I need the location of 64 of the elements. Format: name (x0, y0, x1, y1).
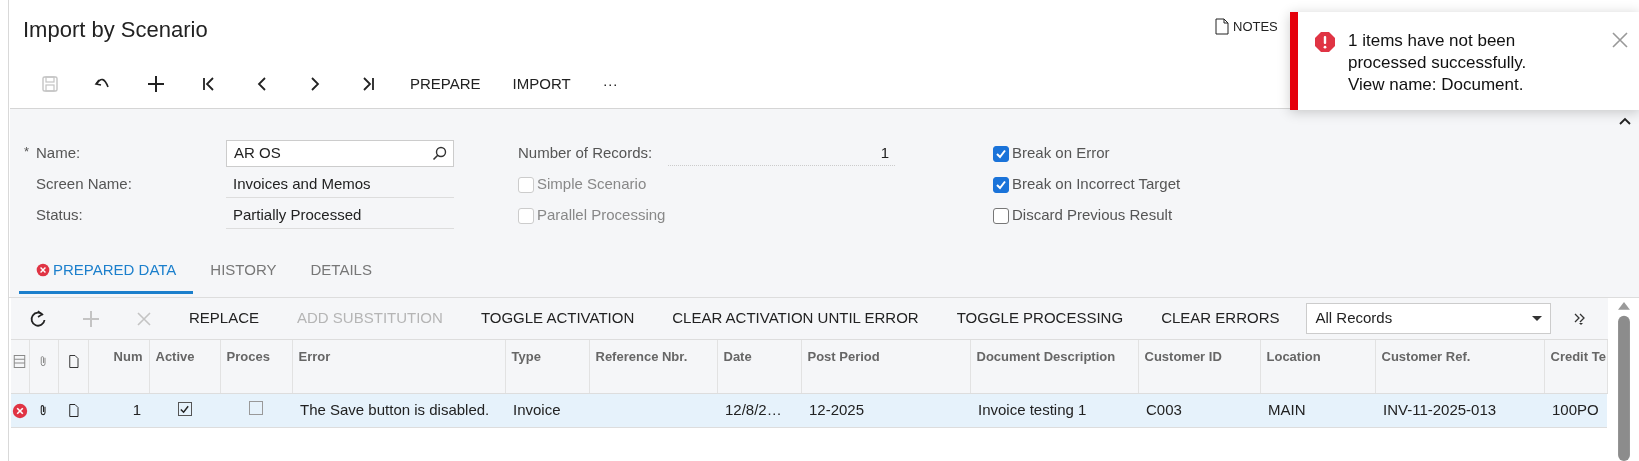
checkbox[interactable] (993, 207, 1009, 224)
plus-icon (80, 308, 101, 329)
column-header[interactable]: Post Period (807, 348, 880, 366)
error-icon (1314, 31, 1336, 53)
error-icon (36, 263, 50, 278)
tab[interactable]: DETAILS (293, 250, 389, 294)
notification-message: 1 items have not been processed successfully. View name: Document. (1348, 30, 1528, 96)
field-label: Name: (36, 143, 81, 164)
column-header[interactable]: Date (723, 348, 752, 366)
checkbox-label: Simple Scenario (537, 174, 647, 195)
checkbox-label: Break on Incorrect Target (1012, 174, 1181, 195)
field-label: Number of Records: (518, 143, 654, 164)
save-icon (39, 74, 60, 94)
table-cell: MAIN (1268, 400, 1306, 418)
toolbar-button[interactable]: REPLACE (170, 303, 279, 334)
document-icon (1215, 18, 1229, 36)
table-cell: 1 (132, 400, 141, 418)
field-value: 1 (668, 141, 895, 166)
tab[interactable]: PREPARED DATA (19, 250, 194, 294)
tab[interactable]: HISTORY (193, 250, 294, 294)
toolbar-button[interactable]: TOGGLE PROCESSING (937, 303, 1143, 334)
column-header[interactable]: Type (511, 348, 541, 366)
toolbar-button[interactable]: PREPARE (394, 68, 497, 100)
column-header[interactable]: Location (1266, 348, 1321, 366)
collapse-icon[interactable] (1619, 117, 1631, 125)
checkbox[interactable] (993, 145, 1009, 162)
caret-icon (1532, 315, 1543, 322)
table-cell: Invoice testing 1 (978, 400, 1087, 418)
filter-dropdown[interactable]: All Records (1306, 303, 1552, 334)
page-title: Import by Scenario (23, 16, 208, 44)
toolbar-button[interactable]: CLEAR ACTIVATION UNTIL ERROR (653, 303, 938, 334)
table-cell: 12-2025 (809, 400, 865, 418)
required-mark: * (24, 143, 31, 162)
table-cell: INV-11-2025-013 (1383, 400, 1497, 418)
toolbar-button[interactable]: IMPORT (496, 68, 587, 100)
table-cell: 12/8/2… (725, 400, 782, 418)
table-cell: Invoice (513, 400, 561, 418)
close-icon[interactable] (1612, 32, 1628, 48)
field-value: Partially Processed (226, 202, 454, 229)
toolbar-button[interactable]: CLEAR ERRORS (1142, 303, 1299, 334)
grid-settings-icon (12, 354, 28, 370)
checkbox-label: Break on Error (1012, 143, 1110, 164)
field-label: Screen Name: (36, 174, 132, 195)
search-icon[interactable] (432, 146, 447, 161)
table-cell: The Save button is disabled. (300, 400, 490, 418)
plus-icon (145, 74, 166, 94)
checkbox[interactable] (993, 176, 1009, 193)
checkbox-label: Discard Previous Result (1012, 205, 1173, 226)
table-cell: C003 (1146, 400, 1182, 418)
toolbar-button[interactable]: ··· (586, 68, 634, 100)
field-value: Invoices and Memos (226, 171, 454, 198)
checkbox[interactable] (177, 402, 192, 417)
column-header[interactable]: Customer Ref. (1381, 348, 1471, 366)
checkbox-label: Parallel Processing (537, 205, 666, 226)
field-label: Status: (36, 205, 83, 226)
table-row[interactable]: 1 The Save button is disabled. Invoice 12/8/2… 12-2025 Invoice testing 1 C003 MAIN INV-11-2025-013 100PO (11, 393, 1607, 427)
table-cell: 100PO (1552, 400, 1599, 418)
checkbox[interactable] (249, 400, 263, 415)
notes-button[interactable]: NOTES (1213, 15, 1280, 39)
column-header[interactable]: Error (298, 348, 331, 366)
column-header[interactable]: Active (155, 348, 195, 366)
toolbar-button[interactable]: TOGGLE ACTIVATION (461, 303, 654, 334)
lookup-field[interactable]: AR OS (226, 140, 454, 167)
column-header[interactable]: Num (113, 348, 143, 366)
